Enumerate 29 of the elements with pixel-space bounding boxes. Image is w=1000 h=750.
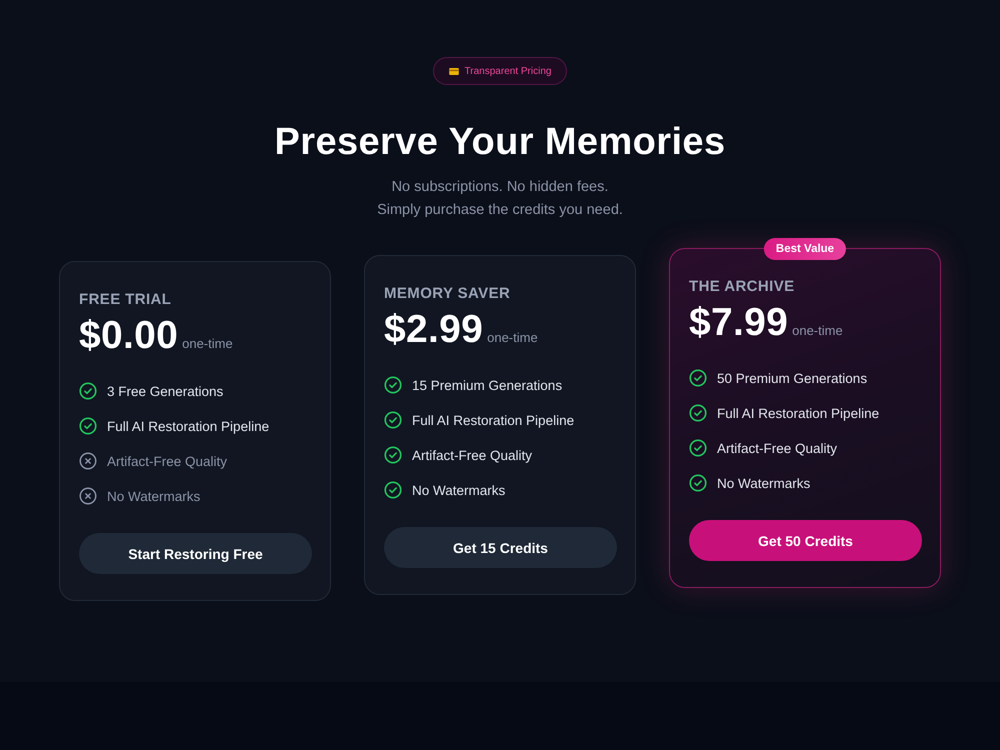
feature-text: No Watermarks — [107, 488, 200, 504]
plan-price: $7.99 — [689, 301, 788, 345]
feature-text: 3 Free Generations — [107, 384, 224, 398]
feature-text: Artifact-Free Quality — [107, 454, 228, 468]
feature-text: No Watermarks — [412, 482, 506, 498]
feature-text: 50 Premium Generations — [717, 370, 868, 386]
page-subtitle: No subscriptions. No hidden fees. Simply purchase the credits you need. — [377, 178, 623, 220]
plan-price: $0.00 — [79, 314, 178, 358]
plan-price: $2.99 — [384, 308, 484, 352]
feature-text: Full AI Restoration Pipeline — [107, 418, 270, 434]
badge-label: Transparent Pricing — [464, 66, 552, 76]
purchase-button[interactable]: Get 15 Credits — [384, 527, 617, 568]
plan-name: THE ARCHIVE — [689, 277, 795, 297]
page-heading: Preserve Your Memories — [274, 120, 726, 165]
credit-card-icon — [448, 68, 459, 74]
price-period: one-time — [792, 323, 843, 338]
purchase-button[interactable]: Get 50 Credits — [689, 520, 922, 561]
plan-name: MEMORY SAVER — [384, 284, 510, 304]
feature-text: 15 Premium Generations — [412, 378, 562, 392]
price-period: one-time — [182, 336, 233, 351]
feature-text: Full AI Restoration Pipeline — [717, 406, 880, 420]
feature-text: Artifact-Free Quality — [412, 448, 532, 462]
plan-name: FREE TRIAL — [79, 290, 172, 310]
purchase-button[interactable]: Start Restoring Free — [79, 533, 312, 574]
best-value-badge: Best Value — [764, 238, 846, 260]
feature-text: No Watermarks — [717, 476, 810, 490]
price-period: one-time — [487, 330, 538, 345]
feature-text: Full AI Restoration Pipeline — [412, 412, 574, 428]
feature-text: Artifact-Free Quality — [717, 440, 838, 456]
